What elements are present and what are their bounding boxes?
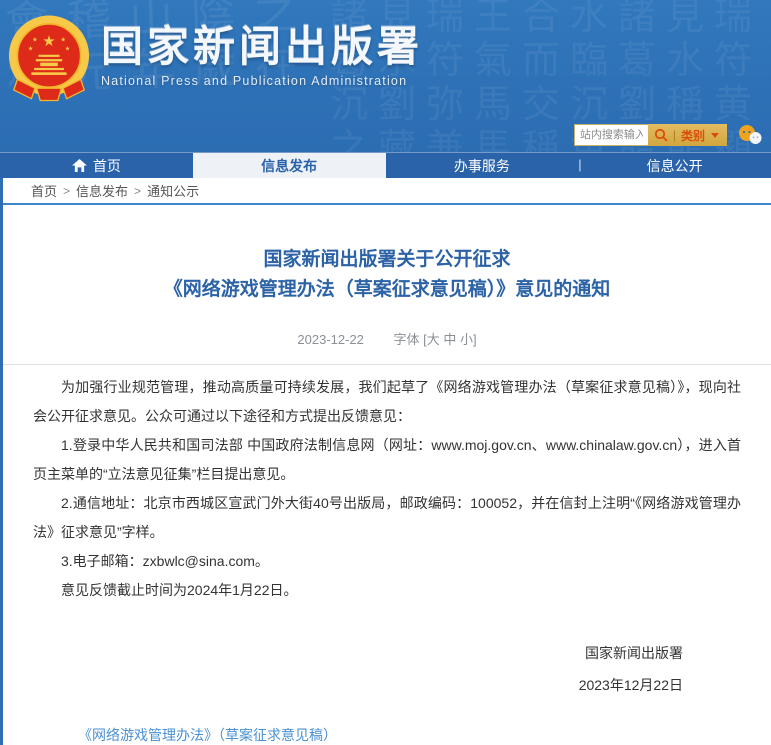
svg-text:★: ★ xyxy=(42,32,55,50)
nav-tab-info-release[interactable]: 信息发布 xyxy=(193,153,386,178)
paragraph: 2.通信地址：北京市西城区宣武门外大街40号出版局，邮政编码：100052，并在… xyxy=(33,489,741,547)
svg-text:★: ★ xyxy=(65,45,71,52)
paragraph: 3.电子邮箱：zxbwlc@sina.com。 xyxy=(33,547,741,576)
svg-text:★: ★ xyxy=(28,45,34,52)
paragraph: 意见反馈截止时间为2024年1月22日。 xyxy=(33,576,741,605)
home-icon xyxy=(72,159,87,172)
chevron-down-icon[interactable] xyxy=(711,133,719,138)
nav-tab-label: 信息公开 xyxy=(647,156,703,176)
breadcrumb-separator: > xyxy=(134,184,141,198)
font-size-control[interactable]: 字体 [大 中 小] xyxy=(394,332,477,347)
nav-tab-home[interactable]: 首页 xyxy=(0,153,193,178)
svg-text:★: ★ xyxy=(32,37,38,44)
site-subtitle-en: National Press and Publication Administr… xyxy=(101,74,423,88)
nav-tab-label: 办事服务 xyxy=(454,156,510,176)
wechat-icon[interactable] xyxy=(737,124,763,146)
nav-tab-services[interactable]: 办事服务 xyxy=(386,153,579,178)
nav-tab-label: 首页 xyxy=(93,156,121,176)
paragraph: 为加强行业规范管理，推动高质量可持续发展，我们起草了《网络游戏管理办法（草案征求… xyxy=(33,373,741,431)
search-icon[interactable] xyxy=(654,128,668,142)
signature-block: 国家新闻出版署 2023年12月22日 xyxy=(33,639,741,699)
breadcrumb-home[interactable]: 首页 xyxy=(31,181,57,200)
nav-tab-info-disclosure[interactable]: | 信息公开 xyxy=(578,153,771,178)
article-title-line2: 《网络游戏管理办法（草案征求意见稿）》意见的通知 xyxy=(33,275,741,305)
main-nav: 首页 信息发布 办事服务 | 信息公开 xyxy=(0,152,771,178)
site-title: 国家新闻出版署 xyxy=(101,22,423,72)
breadcrumb-notices[interactable]: 通知公示 xyxy=(147,181,199,200)
article-date: 2023-12-22 xyxy=(297,332,364,347)
signature-org: 国家新闻出版署 xyxy=(33,639,683,667)
site-header: 會稽山陰之和元年歲在 諸見瑞王合水諸見瑞葛水符氣而臨葛水符沉劉弥馬交沉劉稱黄之藏… xyxy=(0,0,771,152)
article-title-line1: 国家新闻出版署关于公开征求 xyxy=(33,245,741,275)
article-title: 国家新闻出版署关于公开征求 《网络游戏管理办法（草案征求意见稿）》意见的通知 xyxy=(33,245,741,305)
header-search-area: | 类别 xyxy=(574,124,763,146)
nav-tab-label: 信息发布 xyxy=(261,156,317,176)
meta-divider xyxy=(3,364,771,365)
paragraph: 1.登录中华人民共和国司法部 中国政府法制信息网（网址：www.moj.gov.… xyxy=(33,431,741,489)
national-emblem-logo: ★ ★ ★ ★ ★ xyxy=(5,14,93,106)
article-body: 为加强行业规范管理，推动高质量可持续发展，我们起草了《网络游戏管理办法（草案征求… xyxy=(33,373,741,605)
search-category-dropdown[interactable]: 类别 xyxy=(681,127,705,144)
breadcrumb-separator: > xyxy=(63,184,70,198)
signature-date: 2023年12月22日 xyxy=(33,671,683,699)
breadcrumb-info-release[interactable]: 信息发布 xyxy=(76,181,128,200)
page-body: 首页 > 信息发布 > 通知公示 国家新闻出版署关于公开征求 《网络游戏管理办法… xyxy=(0,178,771,745)
search-divider: | xyxy=(673,124,676,146)
article-meta: 2023-12-22 字体 [大 中 小] xyxy=(33,329,741,348)
breadcrumb: 首页 > 信息发布 > 通知公示 xyxy=(3,178,771,205)
svg-text:★: ★ xyxy=(60,37,66,44)
site-brand: ★ ★ ★ ★ ★ 国家新闻出版署 National Press and Pub… xyxy=(5,14,423,106)
article: 国家新闻出版署关于公开征求 《网络游戏管理办法（草案征求意见稿）》意见的通知 2… xyxy=(3,245,771,745)
attachment-link[interactable]: 《网络游戏管理办法》（草案征求意见稿） xyxy=(78,725,337,745)
search-controls: | 类别 xyxy=(648,124,727,146)
nav-separator: | xyxy=(578,157,581,172)
site-search-input[interactable] xyxy=(574,124,648,146)
